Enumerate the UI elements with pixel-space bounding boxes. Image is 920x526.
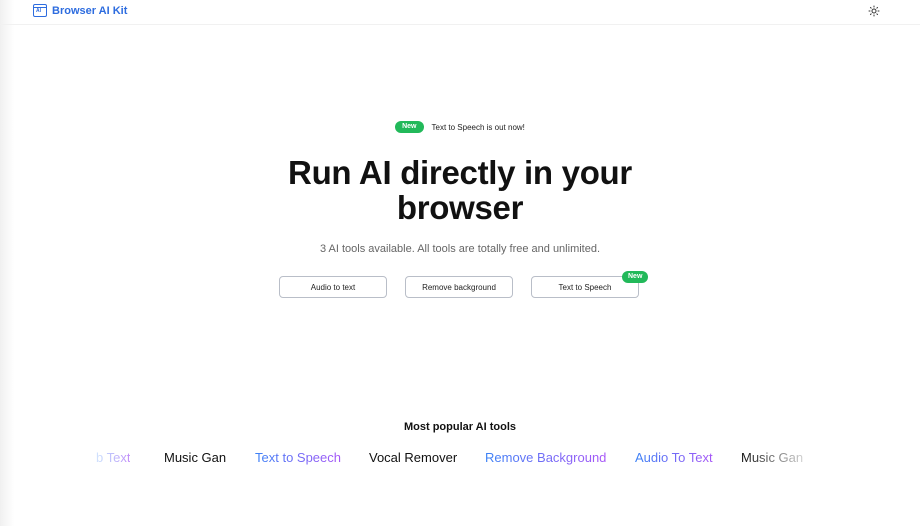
- hero-title-line-2: browser: [396, 189, 524, 226]
- browser-window-icon: AI: [33, 4, 47, 17]
- popular-tool-item[interactable]: Vocal Remover: [369, 450, 457, 466]
- announcement-banner: New Text to Speech is out now!: [0, 121, 920, 133]
- new-badge: New: [395, 121, 424, 133]
- left-edge-shadow: [0, 0, 14, 526]
- popular-tool-item[interactable]: b Text: [96, 450, 130, 466]
- popular-tool-item[interactable]: Music Gan: [741, 450, 803, 466]
- popular-tools-heading: Most popular AI tools: [403, 421, 517, 433]
- popular-tool-item[interactable]: Remove Background: [485, 450, 606, 466]
- hero-title-line-1: Run AI directly in your: [288, 154, 632, 191]
- announcement-text: Text to Speech is out now!: [431, 122, 525, 132]
- announcement-link[interactable]: New Text to Speech is out now!: [395, 121, 525, 133]
- popular-tools-marquee: b Text Music Gan Text to Speech Vocal Re…: [90, 450, 806, 470]
- brand-name: Browser AI Kit: [52, 4, 128, 17]
- brand-icon-label: AI: [36, 8, 41, 14]
- top-navigation-bar: AI Browser AI Kit: [0, 0, 920, 25]
- popular-tool-item[interactable]: Text to Speech: [255, 450, 341, 466]
- audio-to-text-button[interactable]: Audio to text: [279, 276, 387, 298]
- sun-icon: [868, 5, 880, 17]
- popular-tool-item[interactable]: Music Gan: [164, 450, 226, 466]
- theme-toggle-button[interactable]: [867, 4, 881, 18]
- hero-title: Run AI directly in your browser: [0, 155, 920, 225]
- remove-background-button[interactable]: Remove background: [405, 276, 513, 298]
- hero-subtitle: 3 AI tools available. All tools are tota…: [319, 243, 601, 255]
- popular-tool-item[interactable]: Audio To Text: [635, 450, 713, 466]
- text-to-speech-new-badge: New: [622, 271, 649, 283]
- brand-logo-link[interactable]: AI Browser AI Kit: [33, 4, 127, 17]
